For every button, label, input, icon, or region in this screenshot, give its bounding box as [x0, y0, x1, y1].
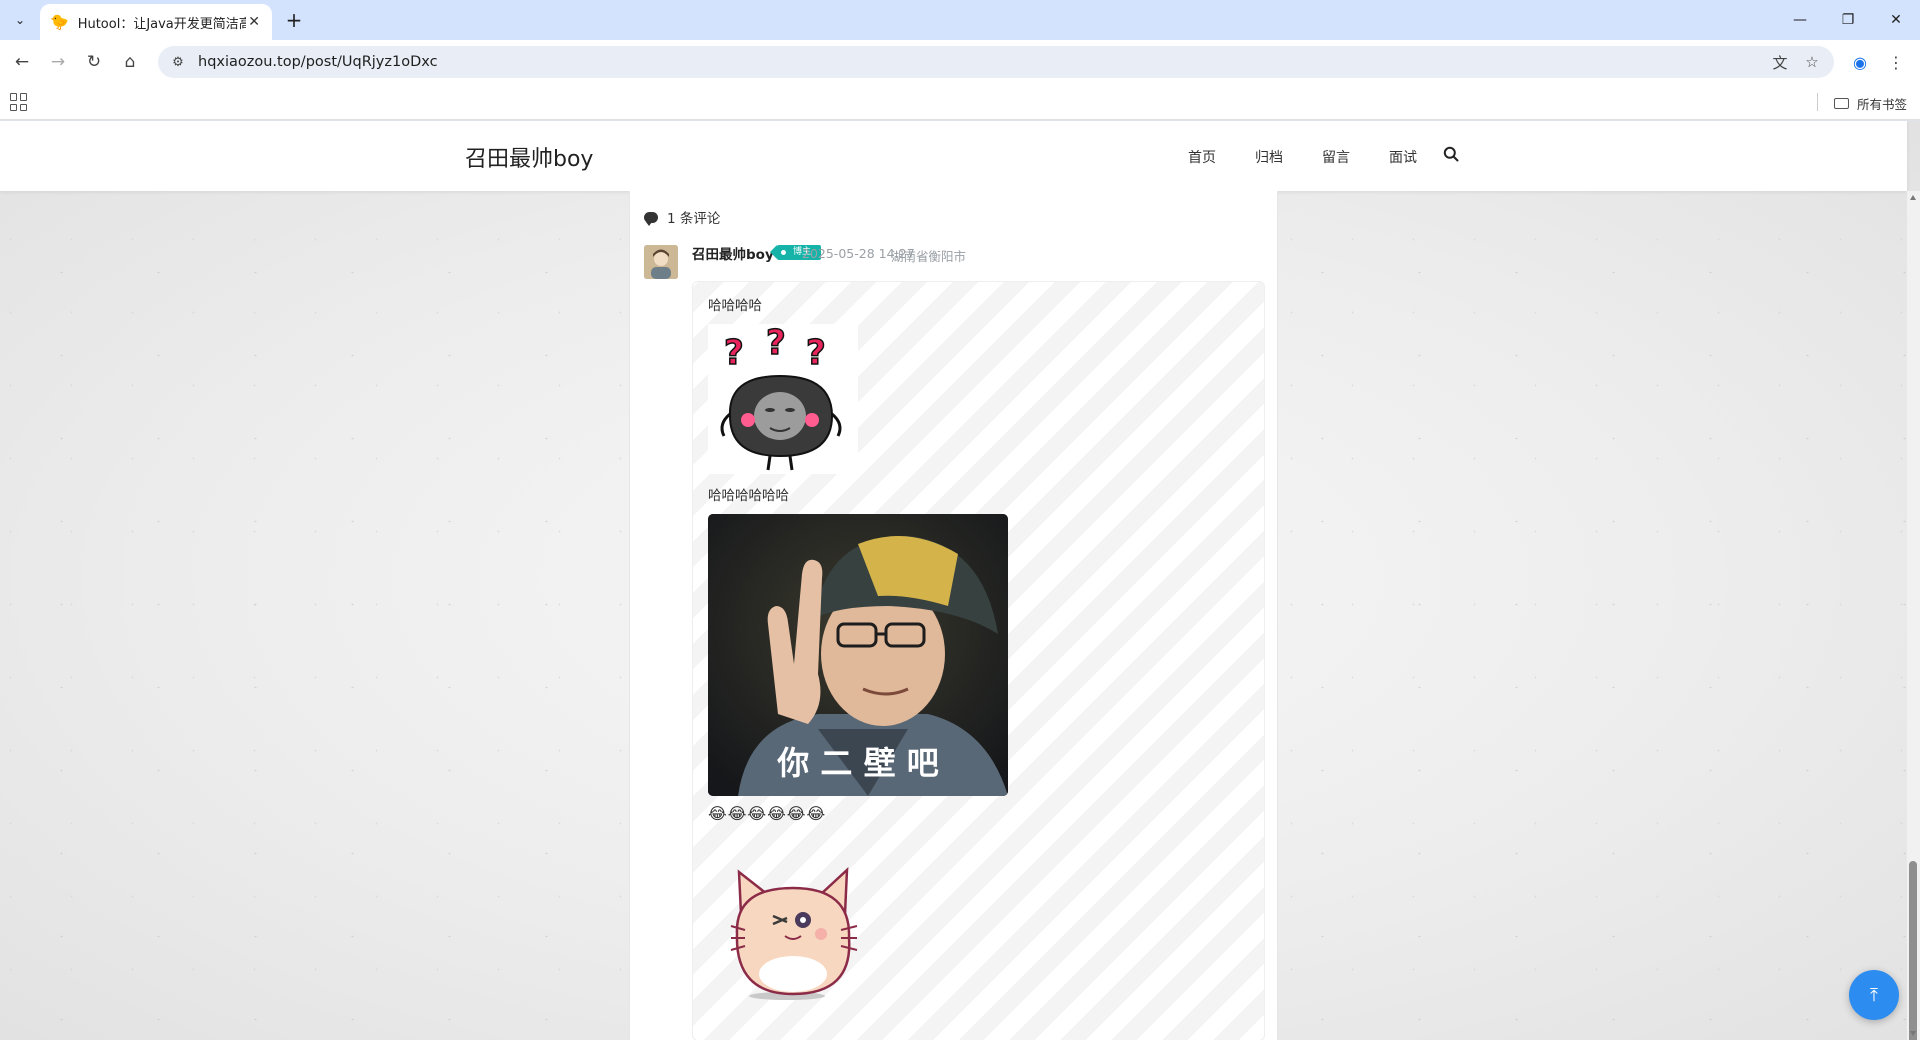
comments-section: 1 条评论 召田最帅boy 博主 2025-05-28 14:27 湖南省衡阳市… — [629, 191, 1278, 1040]
scroll-down-icon[interactable] — [1910, 1031, 1916, 1036]
meme-photo-image: 你 二 壁 吧 — [708, 514, 1008, 796]
comment-text-1: 哈哈哈哈 — [708, 298, 762, 314]
nav-interview[interactable]: 面试 — [1389, 147, 1417, 167]
emoji-row: 😂😂😂😂😂😂 — [708, 804, 827, 823]
comment-author[interactable]: 召田最帅boy — [692, 243, 774, 263]
avatar[interactable] — [644, 245, 678, 279]
site-brand[interactable]: 召田最帅boy — [465, 141, 593, 173]
question-sticker-image: ? ? ? — [708, 322, 858, 474]
tab-close-icon[interactable]: ✕ — [246, 14, 262, 30]
arrow-up-icon: ⤒ — [1870, 984, 1878, 1006]
tab-strip: ⌄ 🐤 Hutool：让Java开发更简洁高效 ✕ + — ❐ ✕ — [0, 0, 1920, 40]
browser-tab[interactable]: 🐤 Hutool：让Java开发更简洁高效 ✕ — [40, 4, 272, 40]
bookmark-star-icon[interactable]: ☆ — [1798, 46, 1826, 78]
back-button[interactable]: ← — [8, 48, 36, 76]
nav-archive[interactable]: 归档 — [1255, 147, 1283, 167]
url-text[interactable]: hqxiaozou.top/post/UqRjyz1oDxc — [198, 54, 438, 70]
profile-icon[interactable]: ◉ — [1846, 48, 1874, 76]
site-favicon-icon: 🐤 — [50, 12, 69, 31]
page-scrollbar[interactable] — [1907, 191, 1920, 1040]
comment-text-2: 哈哈哈哈哈哈 — [708, 488, 789, 504]
minimize-button[interactable]: — — [1778, 6, 1822, 34]
home-button[interactable]: ⌂ — [116, 48, 144, 76]
all-bookmarks-label: 所有书签 — [1857, 96, 1908, 112]
nav-home[interactable]: 首页 — [1188, 147, 1216, 167]
comment-location: 湖南省衡阳市 — [891, 249, 967, 264]
comment-count-label: 1 条评论 — [667, 211, 721, 227]
window-close-button[interactable]: ✕ — [1874, 6, 1918, 34]
translate-icon[interactable]: 文 — [1766, 46, 1794, 78]
folder-icon — [1834, 97, 1849, 109]
bookmarks-bar: 所有书签 — [0, 84, 1920, 120]
browser-toolbar: ← → ↻ ⌂ ⚙ hqxiaozou.top/post/UqRjyz1oDxc… — [0, 40, 1920, 84]
comment-bubble-icon — [644, 211, 658, 226]
site-header: 召田最帅boy 首页 归档 留言 面试 — [0, 121, 1907, 191]
svg-text:?: ? — [806, 333, 826, 373]
all-bookmarks-button[interactable]: 所有书签 — [1834, 93, 1907, 113]
site-info-icon[interactable]: ⚙ — [164, 55, 192, 70]
search-icon[interactable] — [1443, 146, 1459, 162]
scroll-up-icon[interactable] — [1910, 195, 1916, 200]
bookmarks-divider — [1817, 93, 1818, 111]
nav-messages[interactable]: 留言 — [1322, 147, 1350, 167]
forward-button[interactable]: → — [44, 48, 72, 76]
new-tab-button[interactable]: + — [282, 8, 306, 32]
more-menu-icon[interactable]: ⋮ — [1882, 48, 1910, 76]
meme-caption: 你 二 壁 吧 — [776, 744, 938, 782]
cat-sticker-image — [729, 854, 879, 1004]
comment-count: 1 条评论 — [644, 207, 720, 227]
svg-text:?: ? — [766, 324, 786, 363]
scrollbar-thumb[interactable] — [1909, 861, 1917, 1040]
svg-text:?: ? — [724, 333, 744, 373]
apps-grid-icon[interactable] — [10, 93, 28, 111]
page-viewport: 召田最帅boy 首页 归档 留言 面试 1 条评论 召田最帅boy 博主 202… — [0, 121, 1920, 1040]
tab-search-button[interactable]: ⌄ — [8, 8, 32, 32]
back-to-top-button[interactable]: ⤒ — [1849, 970, 1899, 1020]
tab-title: Hutool：让Java开发更简洁高效 — [77, 16, 247, 32]
comment-body: 哈哈哈哈 ? ? ? 哈哈哈哈哈哈 你 二 壁 吧 😂😂😂😂😂😂 — [692, 281, 1265, 1040]
restore-button[interactable]: ❐ — [1826, 6, 1870, 34]
reload-button[interactable]: ↻ — [80, 48, 108, 76]
address-bar[interactable]: ⚙ hqxiaozou.top/post/UqRjyz1oDxc 文 ☆ — [158, 46, 1834, 78]
